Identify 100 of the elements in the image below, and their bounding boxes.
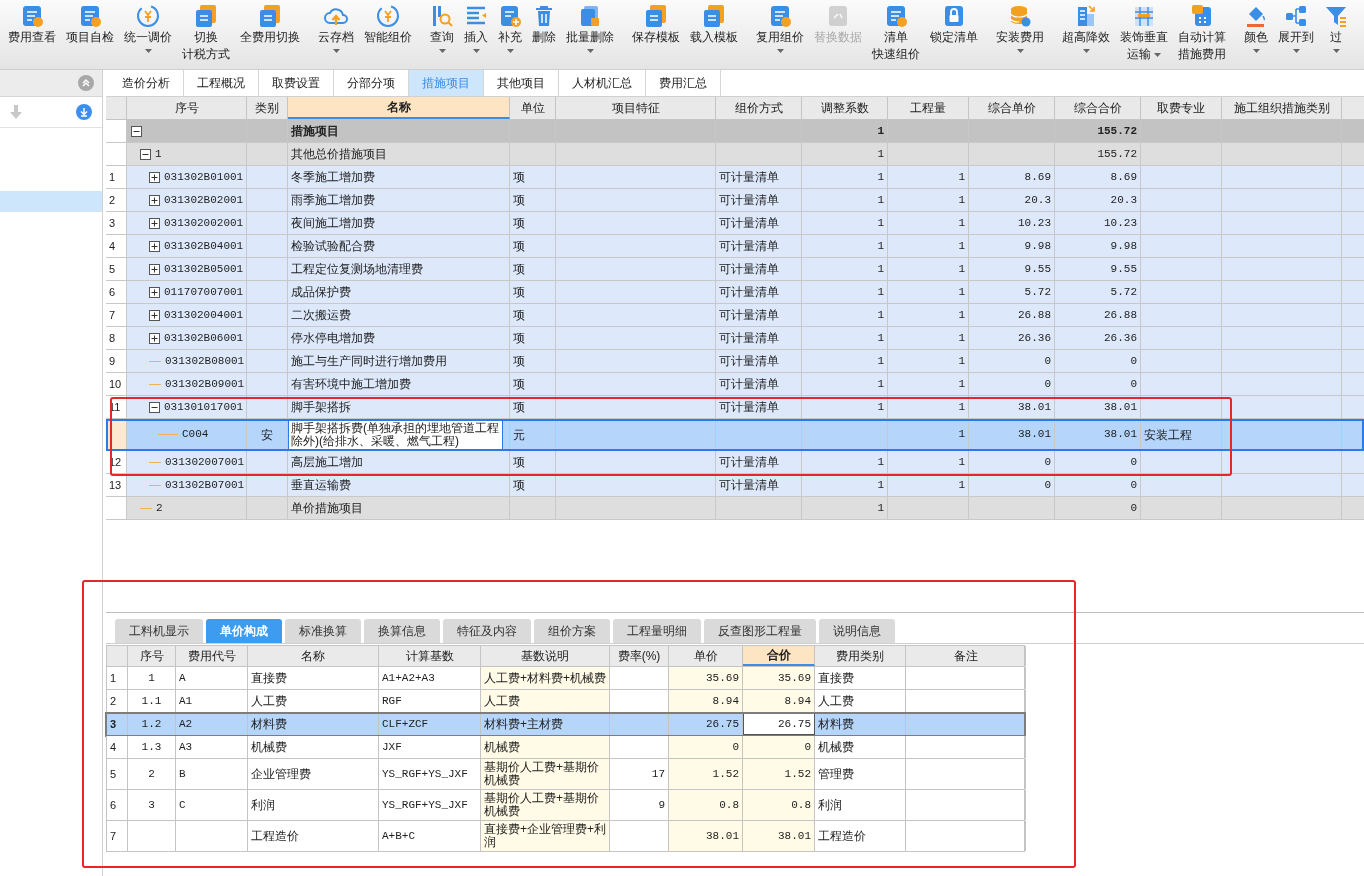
table-row[interactable]: 5 031302B05001 工程定位复测场地清理费 项 可计量清单 1 1 9.55 9.55 [106, 258, 1364, 281]
table-row[interactable]: 6 3 C 利润 YS_RGF+YS_JXF 基期价人工费+基期价机械费 9 0.8 0.8 利润 [106, 790, 1025, 821]
toolbar-button[interactable]: 安装费用 [994, 4, 1046, 53]
table-cell-text: 1 [958, 192, 965, 208]
expander-icon[interactable] [149, 263, 160, 275]
table-row[interactable]: 4 1.3 A3 机械费 JXF 机械费 0 0 机械费 [106, 736, 1025, 759]
table-row[interactable]: 1 其他总价措施项目 1 155.72 [106, 143, 1364, 166]
table-cell-text: 可计量清单 [719, 192, 779, 209]
table-row[interactable]: 4 031302B04001 检验试验配合费 项 可计量清单 1 1 9.98 9.98 [106, 235, 1364, 258]
toolbar-button[interactable]: 费用查看 [6, 4, 58, 45]
expander-icon[interactable] [131, 125, 142, 137]
table-row[interactable]: 1 031302B01001 冬季施工增加费 项 可计量清单 1 1 8.69 8.69 [106, 166, 1364, 189]
table-row[interactable]: 8 031302B06001 停水停电增加费 项 可计量清单 1 1 26.36 26.36 [106, 327, 1364, 350]
toolbar-button[interactable]: 云存档 [316, 4, 356, 53]
expander-icon[interactable] [149, 309, 160, 321]
toolbar-button[interactable]: 项目自检 [64, 4, 116, 45]
column-header[interactable]: 名称 [288, 97, 510, 119]
column-header[interactable]: 施工组织措施类别 [1222, 97, 1342, 119]
toolbar-button[interactable]: 批量删除 [564, 4, 616, 53]
column-header[interactable]: 序号 [127, 97, 247, 119]
table-row[interactable]: C004 安 脚手架搭拆费(单独承担的埋地管道工程除外)(给排水、采暖、燃气工程) 元 1 38.01 38.01 安装工程 [106, 419, 1364, 451]
column-header[interactable]: 合价 [743, 646, 815, 666]
table-cell-text: 1 [958, 215, 965, 231]
tab[interactable]: 换算信息 [364, 619, 440, 643]
column-header[interactable]: 项目特征 [556, 97, 716, 119]
toolbar-button[interactable]: 超高降效 [1060, 4, 1112, 53]
column-header[interactable]: 费用类别 [815, 646, 906, 666]
column-header[interactable]: 取费专业 [1141, 97, 1222, 119]
table-row[interactable]: 7 工程造价 A+B+C 直接费+企业管理费+利润 38.01 38.01 工程造价 [106, 821, 1025, 852]
toolbar-button[interactable]: 保存模板 [630, 4, 682, 45]
tab[interactable]: 工程量明细 [613, 619, 701, 643]
column-header[interactable]: 名称 [248, 646, 379, 666]
table-row[interactable]: 2 单价措施项目 1 0 [106, 497, 1364, 520]
toolbar-button[interactable]: 展开到 [1276, 4, 1316, 53]
table-row[interactable]: 6 011707007001 成品保护费 项 可计量清单 1 1 5.72 5.72 [106, 281, 1364, 304]
toolbar-button[interactable]: 智能组价 [362, 4, 414, 45]
expander-icon[interactable] [149, 286, 160, 298]
tab[interactable]: 特征及内容 [443, 619, 531, 643]
toolbar-button[interactable]: 切换 计税方式 [180, 4, 232, 62]
toolbar-button[interactable]: 自动计算 措施费用 [1176, 4, 1228, 62]
table-row[interactable]: 3 031302002001 夜间施工增加费 项 可计量清单 1 1 10.23 10.23 [106, 212, 1364, 235]
paint-bucket-icon [1244, 4, 1268, 28]
toolbar-button[interactable]: 清单 快速组价 [870, 4, 922, 62]
column-header[interactable]: 费率(%) [610, 646, 669, 666]
table-row[interactable]: 3 1.2 A2 材料费 CLF+ZCF 材料费+主材费 26.75 26.75 材料费 [106, 713, 1025, 736]
toolbar-button[interactable]: 统一调价 [122, 4, 174, 53]
toolbar-button[interactable]: 过 [1322, 4, 1350, 53]
table-row[interactable]: 13 031302B07001 垂直运输费 项 可计量清单 1 1 0 0 [106, 474, 1364, 497]
column-header[interactable]: 基数说明 [481, 646, 610, 666]
toolbar-button[interactable]: 载入模板 [688, 4, 740, 45]
table-cell: 1.1 [141, 694, 162, 708]
toolbar-button[interactable]: 复用组价 [754, 4, 806, 53]
column-header[interactable]: 综合单价 [969, 97, 1055, 119]
toolbar-button[interactable]: 全费用切换 [238, 4, 302, 45]
toolbar-button[interactable]: 锁定清单 [928, 4, 980, 45]
toolbar-button[interactable]: 查询 [428, 4, 456, 53]
table-row[interactable]: 2 031302B02001 雨季施工增加费 项 可计量清单 1 1 20.3 20.3 [106, 189, 1364, 212]
column-header[interactable]: 序号 [128, 646, 176, 666]
doc-icon [884, 4, 908, 28]
toolbar-button[interactable]: 补充 [496, 4, 524, 53]
table-cell: 0.8 [791, 798, 811, 812]
table-row[interactable]: 7 031302004001 二次搬运费 项 可计量清单 1 1 26.88 26.88 [106, 304, 1364, 327]
table-row[interactable]: 措施项目 1 155.72 [106, 120, 1364, 143]
column-header[interactable]: 调整系数 [802, 97, 888, 119]
column-header[interactable]: 单位 [510, 97, 556, 119]
download-icon[interactable] [76, 104, 92, 120]
expander-icon[interactable] [149, 332, 160, 344]
table-cell-text: 元 [513, 426, 525, 444]
toolbar-button[interactable]: 颜色 [1242, 4, 1270, 53]
column-header[interactable]: 综合合价 [1055, 97, 1141, 119]
expander-icon[interactable] [149, 217, 160, 229]
expander-icon[interactable] [140, 148, 151, 160]
tab[interactable]: 组价方案 [534, 619, 610, 643]
table-row[interactable]: 10 031302B09001 有害环境中施工增加费 项 可计量清单 1 1 0 0 [106, 373, 1364, 396]
column-header[interactable]: 组价方式 [716, 97, 802, 119]
table-cell: 17 [651, 767, 665, 781]
table-row[interactable]: 2 1.1 A1 人工费 RGF 人工费 8.94 8.94 人工费 [106, 690, 1025, 713]
toolbar-button[interactable]: 插入 [462, 4, 490, 53]
toolbar-button[interactable]: 装饰垂直 运输 [1118, 4, 1170, 62]
table-row[interactable]: 5 2 B 企业管理费 YS_RGF+YS_JXF 基期价人工费+基期价机械费 17 1.52 1.52 管理费 [106, 759, 1025, 790]
tab[interactable]: 工料机显示 [115, 619, 203, 643]
column-header[interactable]: 费用代号 [176, 646, 248, 666]
expander-icon[interactable] [149, 194, 160, 206]
column-header[interactable]: 计算基数 [379, 646, 481, 666]
name-cell[interactable]: 脚手架搭拆费(单独承担的埋地管道工程除外)(给排水、采暖、燃气工程) [288, 419, 503, 450]
table-row[interactable]: 1 1 A 直接费 A1+A2+A3 人工费+材料费+机械费 35.69 35.69 直接费 [106, 667, 1025, 690]
table-cell: 机械费 [251, 740, 287, 754]
column-header[interactable]: 备注 [906, 646, 1026, 666]
table-row[interactable]: 9 031302B08001 施工与生产同时进行增加费用 项 可计量清单 1 1 0 0 [106, 350, 1364, 373]
tab[interactable]: 说明信息 [819, 619, 895, 643]
tab[interactable]: 标准换算 [285, 619, 361, 643]
column-header[interactable]: 工程量 [888, 97, 969, 119]
toolbar-button[interactable]: 删除 [530, 4, 558, 45]
table-cell-text: 0 [1130, 353, 1137, 369]
expander-icon[interactable] [149, 240, 160, 252]
expander-icon[interactable] [149, 401, 160, 413]
expander-icon[interactable] [149, 171, 160, 183]
table-cell: 机械费 [484, 740, 520, 754]
row-number-cell: 4 [106, 235, 127, 257]
tab[interactable]: 反查图形工程量 [704, 619, 816, 643]
